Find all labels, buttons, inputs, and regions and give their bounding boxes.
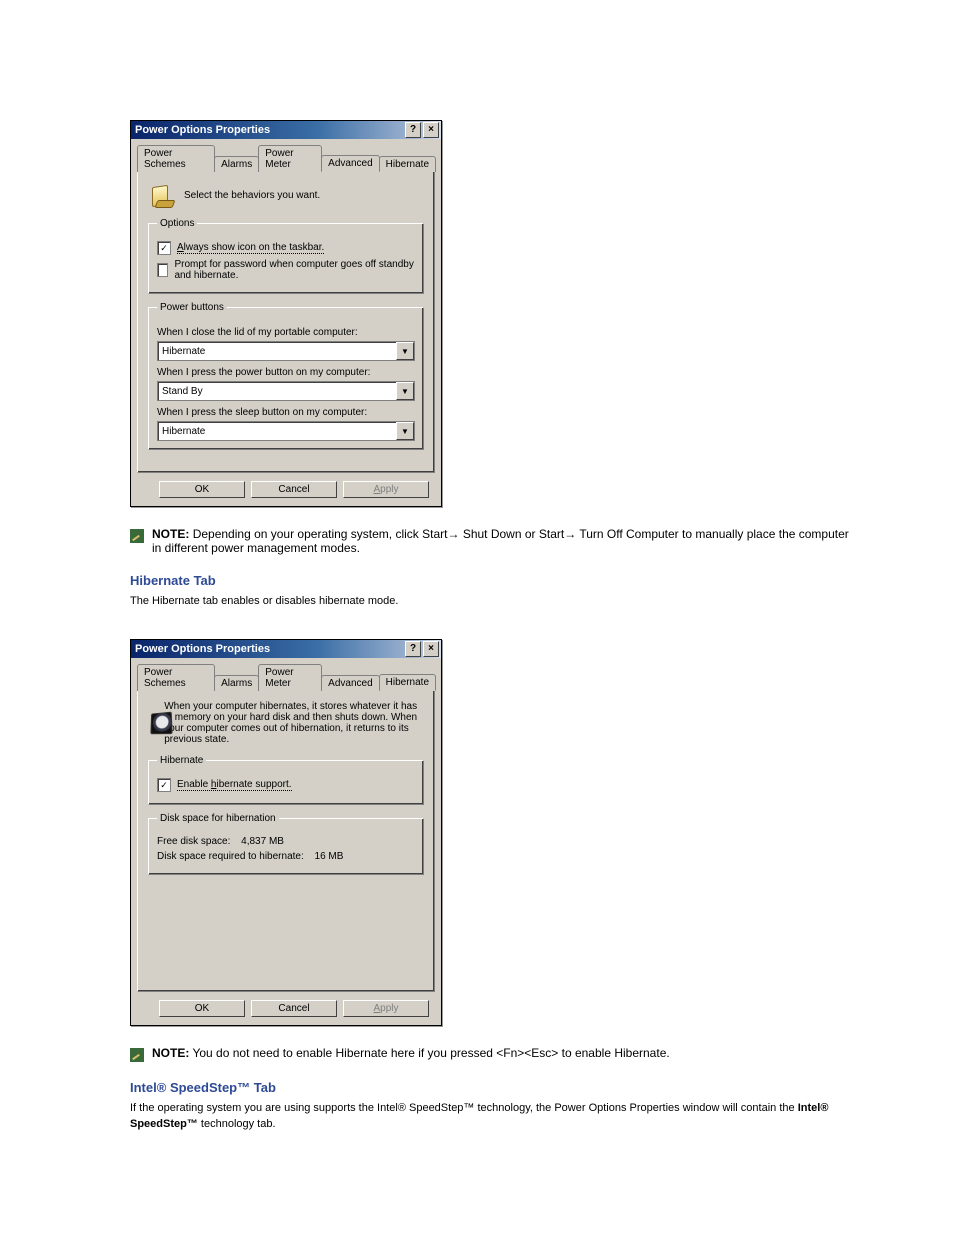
section-heading-speedstep: Intel® SpeedStep™ Tab [130, 1080, 914, 1095]
checkbox-enable-hibernate[interactable]: ✓ [157, 778, 171, 792]
checkbox-prompt-password[interactable] [157, 263, 168, 277]
help-icon[interactable]: ? [405, 122, 421, 138]
required-disk-label: Disk space required to hibernate: [157, 851, 304, 862]
lid-select[interactable]: Hibernate ▼ [157, 341, 415, 361]
tab-power-schemes[interactable]: Power Schemes [137, 145, 215, 172]
ok-button[interactable]: OK [159, 481, 245, 498]
power-label: When I press the power button on my comp… [157, 367, 415, 378]
options-group: Options ✓ Always show icon on the taskba… [148, 218, 424, 294]
label-show-icon: Always show icon on the taskbar. [177, 242, 324, 254]
tab-power-meter[interactable]: Power Meter [258, 145, 322, 172]
note-text: You do not need to enable Hibernate here… [192, 1046, 669, 1060]
tab-hibernate[interactable]: Hibernate [379, 156, 436, 172]
note-prefix: NOTE: [152, 527, 189, 541]
required-disk-value: 16 MB [315, 851, 344, 862]
lid-label: When I close the lid of my portable comp… [157, 327, 415, 338]
help-icon[interactable]: ? [405, 641, 421, 657]
note-1: NOTE: Depending on your operating system… [130, 527, 850, 555]
titlebar[interactable]: Power Options Properties ? × [131, 640, 441, 658]
advanced-hint: Select the behaviors you want. [184, 190, 320, 201]
checkbox-show-icon[interactable]: ✓ [157, 241, 171, 255]
hibernate-group: Hibernate ✓ Enable hibernate support. [148, 755, 424, 805]
apply-button[interactable]: Apply [343, 481, 429, 498]
tab-power-schemes[interactable]: Power Schemes [137, 664, 215, 691]
tab-power-meter[interactable]: Power Meter [258, 664, 322, 691]
tab-advanced[interactable]: Advanced [321, 155, 379, 172]
chevron-down-icon: ▼ [396, 342, 414, 360]
dialog-title: Power Options Properties [135, 124, 270, 136]
dialog-title: Power Options Properties [135, 643, 270, 655]
titlebar[interactable]: Power Options Properties ? × [131, 121, 441, 139]
power-options-hibernate-dialog: Power Options Properties ? × Power Schem… [130, 639, 442, 1026]
tab-hibernate[interactable]: Hibernate [379, 674, 436, 691]
options-legend: Options [157, 218, 197, 229]
cancel-button[interactable]: Cancel [251, 1000, 337, 1017]
tab-alarms[interactable]: Alarms [214, 156, 259, 172]
lid-select-value: Hibernate [162, 346, 205, 357]
tabs: Power Schemes Alarms Power Meter Advance… [137, 664, 435, 691]
power-options-advanced-dialog: Power Options Properties ? × Power Schem… [130, 120, 442, 507]
disk-space-group: Disk space for hibernation Free disk spa… [148, 813, 424, 875]
chevron-down-icon: ▼ [396, 382, 414, 400]
pencil-icon [130, 529, 144, 543]
free-disk-value: 4,837 MB [241, 836, 284, 847]
battery-icon [148, 182, 176, 208]
sleep-label: When I press the sleep button on my comp… [157, 407, 415, 418]
note-prefix: NOTE: [152, 1046, 189, 1060]
sleep-select-value: Hibernate [162, 426, 205, 437]
label-enable-hibernate: Enable hibernate support. [177, 779, 292, 791]
close-icon[interactable]: × [423, 641, 439, 657]
power-buttons-legend: Power buttons [157, 302, 227, 313]
apply-button[interactable]: Apply [343, 1000, 429, 1017]
tab-alarms[interactable]: Alarms [214, 675, 259, 691]
speedstep-paragraph: If the operating system you are using su… [130, 1101, 860, 1132]
free-disk-label: Free disk space: [157, 836, 230, 847]
cancel-button[interactable]: Cancel [251, 481, 337, 498]
tab-advanced[interactable]: Advanced [321, 675, 379, 691]
pencil-icon [130, 1048, 144, 1062]
power-buttons-group: Power buttons When I close the lid of my… [148, 302, 424, 450]
section-heading-hibernate: Hibernate Tab [130, 573, 914, 588]
power-select-value: Stand By [162, 386, 203, 397]
hibernate-hint: When your computer hibernates, it stores… [164, 701, 424, 745]
disk-space-legend: Disk space for hibernation [157, 813, 279, 824]
close-icon[interactable]: × [423, 122, 439, 138]
tabs: Power Schemes Alarms Power Meter Advance… [137, 145, 435, 172]
hibernate-paragraph: The Hibernate tab enables or disables hi… [130, 594, 860, 609]
ok-button[interactable]: OK [159, 1000, 245, 1017]
disk-icon [148, 710, 156, 736]
chevron-down-icon: ▼ [396, 422, 414, 440]
power-select[interactable]: Stand By ▼ [157, 381, 415, 401]
note-2: NOTE: You do not need to enable Hibernat… [130, 1046, 850, 1062]
sleep-select[interactable]: Hibernate ▼ [157, 421, 415, 441]
label-prompt-password: Prompt for password when computer goes o… [174, 259, 415, 281]
hibernate-legend: Hibernate [157, 755, 206, 766]
note-text: Depending on your operating system, clic… [152, 527, 849, 555]
